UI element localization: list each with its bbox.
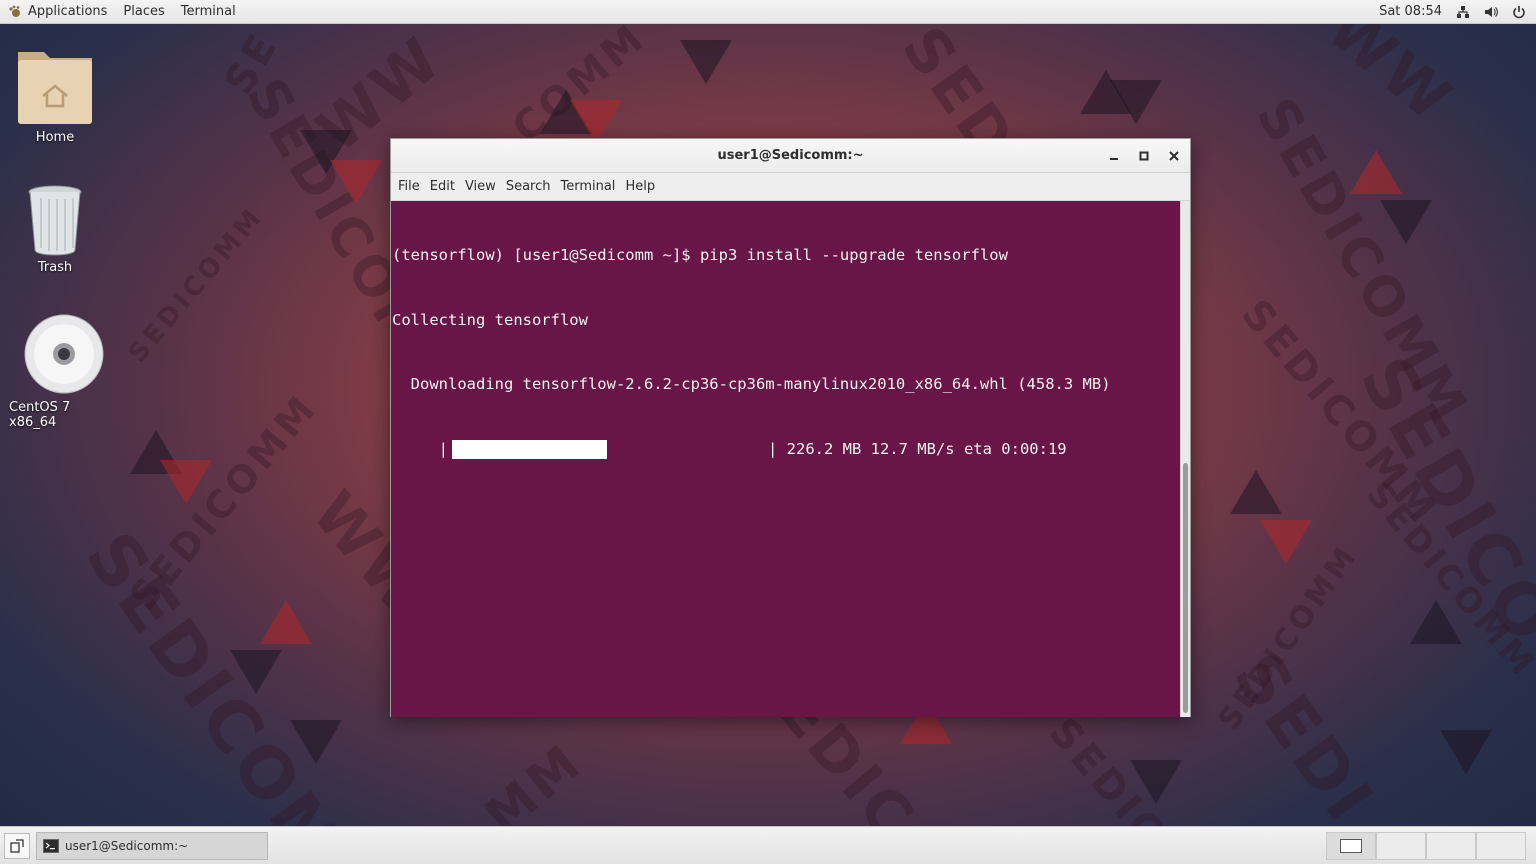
- trash-label: Trash: [37, 260, 73, 275]
- taskbar-terminal-label: user1@Sedicomm:~: [65, 838, 189, 853]
- close-icon: [1169, 151, 1179, 161]
- applications-label: Applications: [28, 4, 108, 19]
- menu-search[interactable]: Search: [501, 179, 556, 194]
- disc-icon: [24, 314, 104, 394]
- window-titlebar[interactable]: user1@Sedicomm:~: [391, 139, 1190, 173]
- terminal-app-menu[interactable]: Terminal: [173, 0, 244, 24]
- terminal-output[interactable]: (tensorflow) [user1@Sedicomm ~]$ pip3 in…: [391, 201, 1181, 717]
- menu-view[interactable]: View: [460, 179, 501, 194]
- workspace-1[interactable]: [1326, 831, 1376, 860]
- terminal-app-label: Terminal: [180, 4, 236, 19]
- download-progress-line: | | 226.2 MB 12.7 MB/s eta 0:00:19: [392, 439, 1181, 461]
- workspace-2[interactable]: [1376, 831, 1426, 860]
- terminal-menubar: File Edit View Search Terminal Help: [391, 173, 1190, 201]
- desktop-icon-trash[interactable]: Trash: [0, 184, 110, 275]
- show-desktop-icon: [10, 838, 24, 853]
- network-icon[interactable]: [1456, 5, 1470, 19]
- places-label: Places: [123, 4, 165, 19]
- menu-help[interactable]: Help: [620, 179, 660, 194]
- home-label: Home: [35, 130, 75, 145]
- top-panel: Applications Places Terminal Sat 08:54: [0, 0, 1536, 24]
- terminal-line-downloading: Downloading tensorflow-2.6.2-cp36-cp36m-…: [392, 375, 1111, 393]
- desktop-icon-centos-disc[interactable]: CentOS 7 x86_64: [9, 312, 119, 430]
- progress-status: | 226.2 MB 12.7 MB/s eta 0:00:19: [768, 439, 1067, 458]
- gnome-foot-icon: [8, 5, 22, 19]
- workspace-switcher: [1326, 831, 1526, 860]
- bottom-panel: user1@Sedicomm:~: [0, 826, 1536, 864]
- progress-bar-left: |: [392, 439, 448, 458]
- menu-file[interactable]: File: [393, 179, 425, 194]
- clock[interactable]: Sat 08:54: [1379, 4, 1442, 19]
- terminal-window[interactable]: user1@Sedicomm:~ File Edit View Search T…: [390, 138, 1191, 717]
- close-button[interactable]: [1166, 148, 1182, 164]
- applications-menu[interactable]: Applications: [0, 0, 115, 24]
- workspace-window-thumbnail: [1340, 838, 1362, 853]
- show-desktop-button[interactable]: [4, 832, 30, 859]
- terminal-scrollbar[interactable]: [1180, 201, 1190, 717]
- maximize-button[interactable]: [1136, 148, 1152, 164]
- centos-disc-label: CentOS 7 x86_64: [9, 400, 71, 430]
- menu-terminal[interactable]: Terminal: [555, 179, 620, 194]
- minimize-icon: [1110, 158, 1118, 160]
- workspace-4[interactable]: [1476, 831, 1526, 860]
- download-progress-bar: [452, 439, 768, 459]
- power-icon[interactable]: [1512, 5, 1526, 19]
- download-progress-fill: [452, 439, 607, 459]
- terminal-icon: [43, 838, 59, 853]
- terminal-line-command: (tensorflow) [user1@Sedicomm ~]$ pip3 in…: [392, 246, 1008, 264]
- scrollbar-thumb[interactable]: [1183, 463, 1188, 713]
- workspace-3[interactable]: [1426, 831, 1476, 860]
- terminal-line-collecting: Collecting tensorflow: [392, 310, 588, 329]
- home-folder-icon: [18, 52, 92, 124]
- minimize-button[interactable]: [1106, 148, 1122, 164]
- trash-icon: [28, 185, 82, 256]
- maximize-icon: [1139, 151, 1149, 161]
- volume-icon[interactable]: [1484, 5, 1498, 19]
- desktop-icon-home[interactable]: Home: [0, 44, 110, 145]
- menu-edit[interactable]: Edit: [425, 179, 460, 194]
- window-title: user1@Sedicomm:~: [717, 148, 864, 163]
- taskbar-terminal-item[interactable]: user1@Sedicomm:~: [36, 831, 268, 860]
- places-menu[interactable]: Places: [115, 0, 172, 24]
